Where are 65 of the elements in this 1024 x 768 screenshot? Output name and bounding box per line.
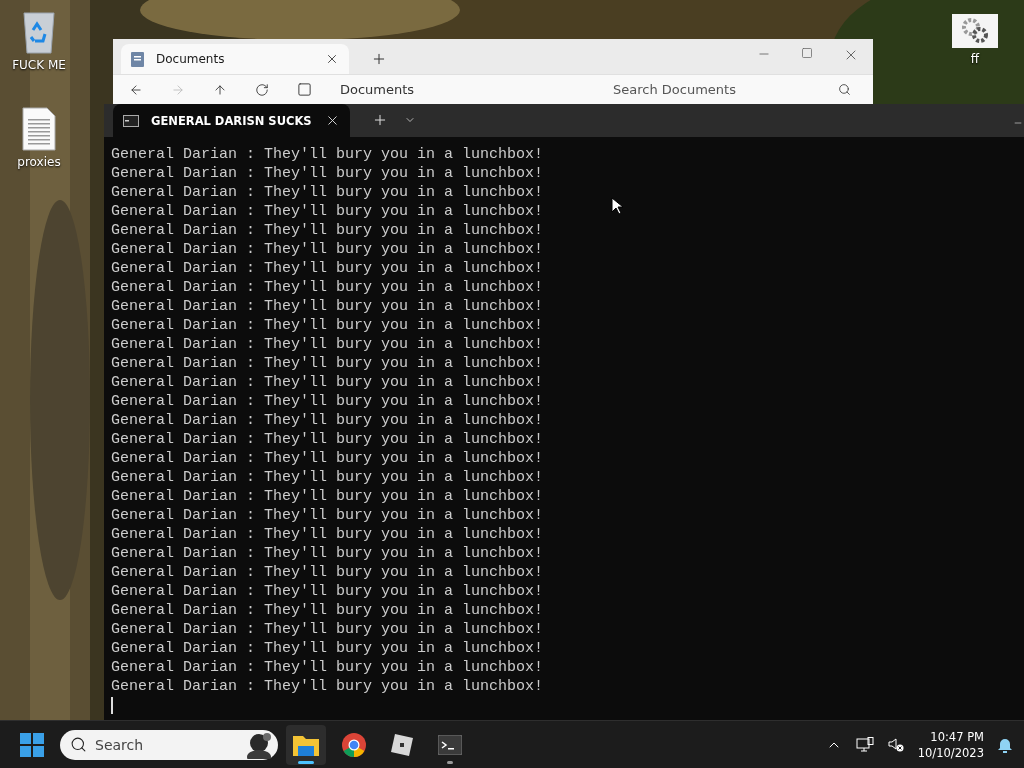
terminal-line: General Darian : They'll bury you in a lunchbox! xyxy=(111,164,544,183)
terminal-line: General Darian : They'll bury you in a lunchbox! xyxy=(111,411,544,430)
terminal-line: General Darian : They'll bury you in a lunchbox! xyxy=(111,601,544,620)
terminal-line: General Darian : They'll bury you in a lunchbox! xyxy=(111,278,544,297)
gears-icon[interactable] xyxy=(952,14,998,48)
terminal-line: General Darian : They'll bury you in a lunchbox! xyxy=(111,202,544,221)
terminal-line: General Darian : They'll bury you in a lunchbox! xyxy=(111,620,544,639)
start-icon[interactable] xyxy=(20,732,44,757)
terminal-line: General Darian : They'll bury you in a lunchbox! xyxy=(111,430,544,449)
search-field[interactable]: Search Documents xyxy=(607,77,857,102)
terminal-line: General Darian : They'll bury you in a lunchbox! xyxy=(111,563,544,582)
clock-time[interactable]: 10:47 PM xyxy=(930,729,984,744)
search-icon xyxy=(70,736,87,753)
terminal-line: General Darian : They'll bury you in a lunchbox! xyxy=(111,316,544,335)
terminal-line: General Darian : They'll bury you in a lunchbox! xyxy=(111,658,544,677)
terminal-line: General Darian : They'll bury you in a lunchbox! xyxy=(111,468,544,487)
recycle-bin-icon[interactable] xyxy=(21,10,57,54)
terminal-line: General Darian : They'll bury you in a lunchbox! xyxy=(111,506,544,525)
app-indicator xyxy=(298,760,314,764)
search-field[interactable]: Search xyxy=(60,729,278,760)
explorer-tab[interactable]: Documents xyxy=(121,44,349,75)
document-icon xyxy=(131,51,144,67)
browser-icon[interactable] xyxy=(342,732,366,757)
terminal-line: General Darian : They'll bury you in a lunchbox! xyxy=(111,354,544,373)
terminal-line: General Darian : They'll bury you in a lunchbox! xyxy=(111,183,544,202)
refresh-icon[interactable] xyxy=(255,82,269,97)
bell-icon[interactable] xyxy=(998,736,1012,753)
terminal-line: General Darian : They'll bury you in a lunchbox! xyxy=(111,335,544,354)
up-icon[interactable] xyxy=(213,82,227,97)
close-icon[interactable] xyxy=(325,113,340,128)
muted-speaker-icon[interactable] xyxy=(887,737,904,752)
clock-date[interactable]: 10/10/2023 xyxy=(917,745,984,760)
terminal-icon[interactable] xyxy=(438,734,462,755)
plus-icon[interactable] xyxy=(372,112,388,128)
desktop-icon-label[interactable]: proxies xyxy=(17,155,61,169)
terminal-line: General Darian : They'll bury you in a lunchbox! xyxy=(111,544,544,563)
terminal-line: General Darian : They'll bury you in a lunchbox! xyxy=(111,145,544,164)
terminal-line: General Darian : They'll bury you in a lunchbox! xyxy=(111,487,544,506)
desktop-icon-label[interactable]: FUCK ME xyxy=(12,58,66,72)
terminal-line: General Darian : They'll bury you in a lunchbox! xyxy=(111,240,544,259)
back-icon[interactable] xyxy=(129,82,143,97)
terminal-line: General Darian : They'll bury you in a lunchbox! xyxy=(111,525,544,544)
terminal-line: General Darian : They'll bury you in a lunchbox! xyxy=(111,449,544,468)
terminal-line: General Darian : They'll bury you in a lunchbox! xyxy=(111,677,544,696)
terminal-line: General Darian : They'll bury you in a lunchbox! xyxy=(111,297,544,316)
terminal-line: General Darian : They'll bury you in a lunchbox! xyxy=(111,259,544,278)
terminal-line: General Darian : They'll bury you in a lunchbox! xyxy=(111,221,544,240)
terminal-line: General Darian : They'll bury you in a lunchbox! xyxy=(111,582,544,601)
command-prompt-icon xyxy=(123,114,139,127)
network-icon[interactable] xyxy=(855,736,874,753)
square-icon[interactable] xyxy=(297,82,312,98)
breadcrumb-item[interactable]: Documents xyxy=(340,82,415,98)
maximize-icon[interactable] xyxy=(801,47,813,59)
search-icon xyxy=(838,83,851,97)
document-icon[interactable] xyxy=(22,107,56,151)
terminal-line: General Darian : They'll bury you in a lunchbox! xyxy=(111,373,544,392)
app-indicator xyxy=(447,760,453,764)
text-cursor xyxy=(111,697,113,714)
folder-icon[interactable] xyxy=(293,733,319,756)
desktop-icon-label[interactable]: ff xyxy=(970,52,980,66)
terminal-line: General Darian : They'll bury you in a lunchbox! xyxy=(111,392,544,411)
terminal-line: General Darian : They'll bury you in a lunchbox! xyxy=(111,639,544,658)
taskbar-app-button[interactable] xyxy=(286,724,326,765)
terminal-tab[interactable]: GENERAL DARISN SUCKS xyxy=(113,104,350,137)
mouse-pointer-icon xyxy=(611,197,623,215)
